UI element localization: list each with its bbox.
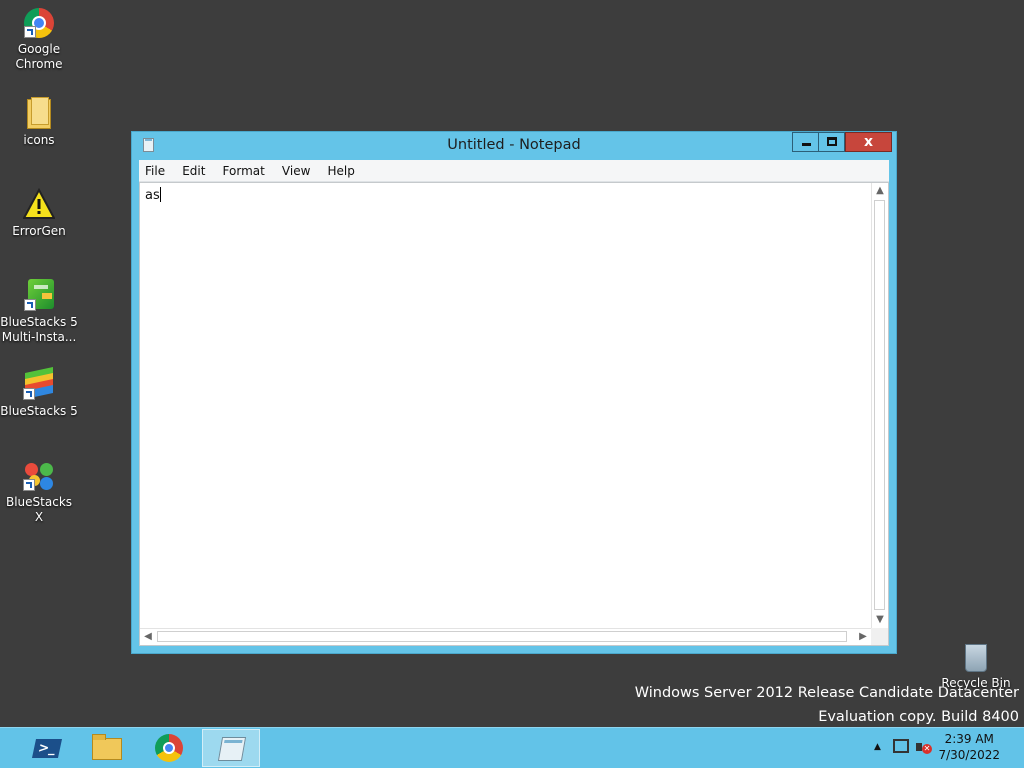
menu-bar: File Edit Format View Help <box>139 160 889 182</box>
menu-view[interactable]: View <box>276 160 316 181</box>
desktop-icon-google-chrome[interactable]: Google Chrome <box>0 8 78 72</box>
taskbar-notepad-button[interactable] <box>202 729 260 767</box>
window-titlebar[interactable]: Untitled - Notepad x <box>132 132 896 160</box>
taskbar-clock[interactable]: 2:39 AM 7/30/2022 <box>938 731 1000 763</box>
scroll-right-icon[interactable]: ▶ <box>855 629 871 645</box>
warning-icon <box>22 187 56 220</box>
recycle-bin-icon <box>965 644 987 672</box>
editor-content: as <box>145 188 160 203</box>
shortcut-arrow-icon <box>24 26 36 38</box>
desktop-icon-label: icons <box>23 133 55 147</box>
taskbar-powershell-button[interactable]: >_ <box>16 729 74 767</box>
desktop-icon-errorgen[interactable]: ErrorGen <box>0 187 78 239</box>
desktop-icon-label: ErrorGen <box>12 224 66 238</box>
clock-time: 2:39 AM <box>944 732 994 746</box>
desktop-icon-label: Chrome <box>15 57 63 71</box>
file-explorer-icon <box>92 734 122 760</box>
chrome-icon <box>24 8 54 38</box>
desktop-icon-bluestacks-multi-instance[interactable]: BlueStacks 5 Multi-Insta... <box>0 279 78 345</box>
scrollbar-corner <box>871 628 888 645</box>
horizontal-scroll-thumb[interactable] <box>157 631 847 642</box>
menu-file[interactable]: File <box>139 160 171 181</box>
bluestacks-multi-instance-icon <box>24 279 54 311</box>
menu-edit[interactable]: Edit <box>176 160 211 181</box>
menu-format[interactable]: Format <box>217 160 271 181</box>
desktop-icon-recycle-bin[interactable]: Recycle Bin <box>940 644 1012 690</box>
close-button[interactable]: x <box>845 132 892 152</box>
text-editor[interactable]: as ▲ ▼ ◀ ▶ <box>139 182 889 646</box>
chrome-icon <box>155 734 183 762</box>
maximize-button[interactable] <box>819 132 845 152</box>
os-watermark-line2: Evaluation copy. Build 8400 <box>818 709 1019 725</box>
desktop-icon-label: BlueStacks 5 <box>0 404 78 418</box>
shortcut-arrow-icon <box>24 299 36 311</box>
text-caret <box>159 187 161 202</box>
show-hidden-icons-chevron-up-icon[interactable]: ▲ <box>874 742 881 752</box>
maximize-icon <box>827 137 837 146</box>
scroll-up-icon[interactable]: ▲ <box>872 183 888 199</box>
bluestacks-x-icon <box>23 461 55 491</box>
minimize-icon <box>802 143 811 146</box>
desktop-icon-label: Recycle Bin <box>941 676 1011 690</box>
volume-muted-icon[interactable]: ✕ <box>916 739 932 755</box>
folder-icon <box>27 97 51 129</box>
desktop-icon-label: BlueStacks X <box>5 495 73 524</box>
vertical-scrollbar[interactable]: ▲ ▼ <box>871 183 888 628</box>
notepad-icon <box>217 737 247 761</box>
network-icon[interactable] <box>893 739 909 753</box>
editor-text-area[interactable]: as <box>145 187 161 203</box>
desktop-icon-icons-folder[interactable]: icons <box>0 97 78 148</box>
scroll-down-icon[interactable]: ▼ <box>872 612 888 628</box>
taskbar: >_ ▲ ✕ 2:39 AM 7/30/2022 <box>0 727 1024 768</box>
taskbar-chrome-button[interactable] <box>140 729 198 767</box>
window-title: Untitled - Notepad <box>447 137 581 153</box>
scroll-left-icon[interactable]: ◀ <box>140 629 156 645</box>
desktop-icon-label: BlueStacks 5 <box>0 315 78 329</box>
menu-help[interactable]: Help <box>322 160 361 181</box>
desktop-icon-bluestacks-5[interactable]: BlueStacks 5 <box>0 367 78 419</box>
desktop-icon-label: Google <box>17 42 61 56</box>
powershell-icon: >_ <box>31 739 63 758</box>
system-tray: ▲ ✕ 2:39 AM 7/30/2022 <box>864 728 1024 768</box>
desktop-icon-bluestacks-x[interactable]: BlueStacks X <box>0 461 78 525</box>
notepad-window[interactable]: Untitled - Notepad x File Edit Format Vi… <box>131 131 897 654</box>
desktop-icon-label: Multi-Insta... <box>1 330 77 344</box>
clock-date: 7/30/2022 <box>938 748 1000 762</box>
taskbar-file-explorer-button[interactable] <box>78 729 136 767</box>
vertical-scroll-thumb[interactable] <box>874 200 885 610</box>
close-icon: x <box>863 134 874 150</box>
bluestacks-icon <box>23 367 55 400</box>
shortcut-arrow-icon <box>23 479 35 491</box>
minimize-button[interactable] <box>792 132 819 152</box>
horizontal-scrollbar[interactable]: ◀ ▶ <box>140 628 871 645</box>
shortcut-arrow-icon <box>23 388 35 400</box>
